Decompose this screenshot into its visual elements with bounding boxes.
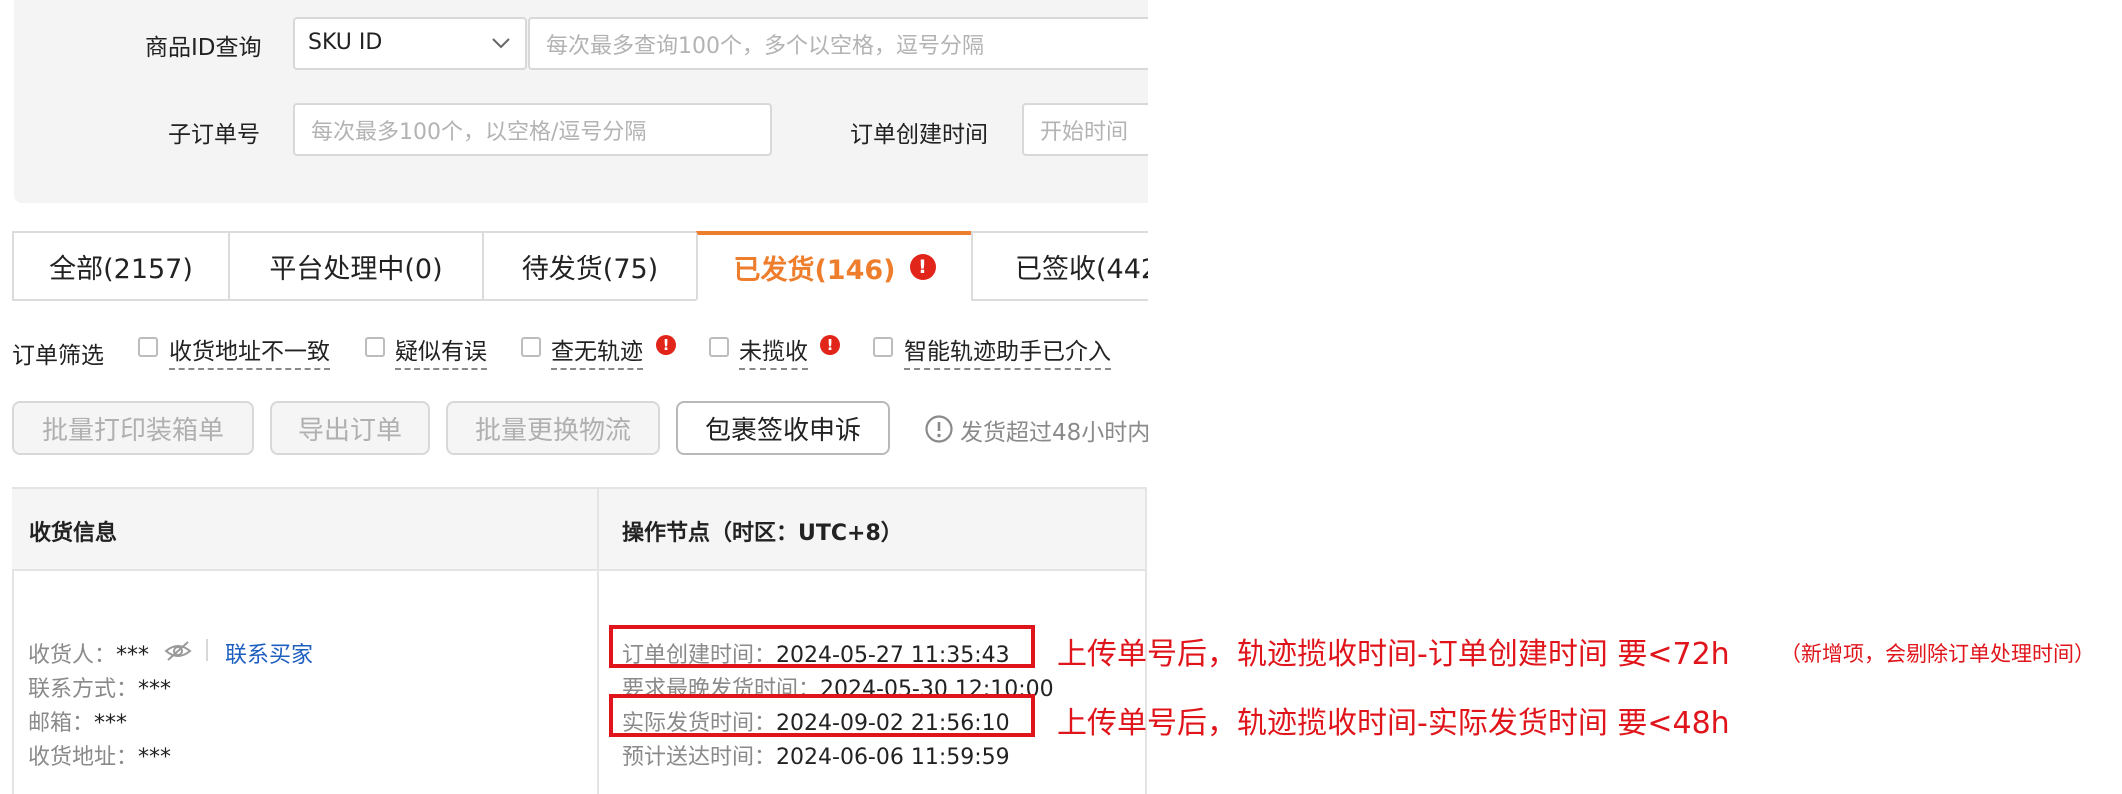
filter-suspected-error-checkbox[interactable] (365, 337, 385, 357)
sku-type-select[interactable]: SKU ID (293, 17, 527, 70)
highlight-box-actual-ship (609, 694, 1035, 737)
product-id-label: 商品ID查询 (145, 35, 262, 61)
exclamation-circle-icon: ! (656, 335, 676, 355)
highlight-box-order-created (609, 625, 1035, 668)
estimated-delivery-time-label: 预计送达时间： (622, 745, 777, 770)
tab-label: 已发货(146) (733, 254, 896, 286)
order-management-panel: 商品ID查询 SKU ID 每次最多查询100个，多个以空格，逗号分隔 子订单号… (0, 0, 1148, 794)
tab-label: 平台处理中(0) (269, 253, 443, 285)
recipient-label: 收货人： (28, 643, 117, 668)
filter-address-mismatch-label[interactable]: 收货地址不一致 (169, 332, 330, 370)
divider (206, 639, 208, 661)
tab-label: 待发货(75) (521, 253, 659, 285)
filter-address-mismatch-checkbox[interactable] (138, 337, 158, 357)
address-line: 收货地址：*** (28, 739, 171, 771)
recipient-line: 收货人：*** (28, 637, 149, 669)
batch-print-box-list-button[interactable]: 批量打印装箱单 (12, 401, 254, 455)
package-signing-appeal-button[interactable]: 包裹签收申诉 (676, 401, 890, 455)
sub-order-input[interactable]: 每次最多100个，以空格/逗号分隔 (293, 103, 772, 156)
column-divider (597, 569, 599, 794)
filter-suspected-error-label[interactable]: 疑似有误 (395, 332, 487, 370)
address-value: *** (138, 745, 172, 770)
eye-off-icon[interactable] (164, 640, 192, 662)
orders-table-header: 收货信息 操作节点（时区：UTC+8） (12, 487, 1147, 571)
chevron-down-icon (492, 38, 510, 49)
annotation-note-72h-detail: （新增项，会剔除订单处理时间） (1780, 642, 2095, 666)
annotation-note-72h: 上传单号后，轨迹揽收时间-订单创建时间 要<72h (1057, 637, 1730, 672)
order-status-tabs: 全部(2157) 平台处理中(0) 待发货(75) 已发货(146) ! 已签收… (12, 231, 1148, 301)
order-filter-label: 订单筛选 (12, 343, 104, 369)
filter-no-tracking-checkbox[interactable] (521, 337, 541, 357)
filter-not-collected-label[interactable]: 未揽收 (739, 332, 808, 370)
product-id-input[interactable]: 每次最多查询100个，多个以空格，逗号分隔 (528, 17, 1148, 70)
filter-smart-assistant-label[interactable]: 智能轨迹助手已介入 (904, 332, 1111, 370)
annotation-note-48h: 上传单号后，轨迹揽收时间-实际发货时间 要<48h (1057, 706, 1730, 741)
column-header-operation-nodes: 操作节点（时区：UTC+8） (622, 521, 903, 546)
estimated-delivery-time-line: 预计送达时间：2024-06-06 11:59:59 (622, 739, 1010, 771)
email-label: 邮箱： (28, 711, 95, 736)
info-circle-icon (925, 415, 953, 443)
tab-platform-processing[interactable]: 平台处理中(0) (228, 233, 482, 299)
email-line: 邮箱：*** (28, 705, 127, 737)
phone-line: 联系方式：*** (28, 671, 171, 703)
tab-pending-shipment[interactable]: 待发货(75) (482, 233, 696, 299)
batch-change-logistics-button[interactable]: 批量更换物流 (446, 401, 660, 455)
phone-label: 联系方式： (28, 677, 139, 702)
filter-smart-assistant-checkbox[interactable] (873, 337, 893, 357)
estimated-delivery-time-value: 2024-06-06 11:59:59 (776, 745, 1010, 770)
start-time-input[interactable]: 开始时间 (1022, 103, 1148, 156)
tab-signed[interactable]: 已签收(442 (971, 233, 1148, 299)
sku-type-select-value: SKU ID (308, 30, 383, 55)
contact-buyer-link[interactable]: 联系买家 (225, 637, 313, 669)
exclamation-circle-icon: ! (820, 335, 840, 355)
export-orders-button[interactable]: 导出订单 (270, 401, 430, 455)
address-label: 收货地址： (28, 745, 139, 770)
recipient-value: *** (116, 643, 150, 668)
create-time-label: 订单创建时间 (850, 122, 988, 148)
filter-not-collected-checkbox[interactable] (709, 337, 729, 357)
tab-label: 已签收(442 (1015, 253, 1148, 285)
column-header-shipping-info: 收货信息 (29, 521, 118, 546)
email-value: *** (94, 711, 128, 736)
phone-value: *** (138, 677, 172, 702)
filter-no-tracking-label[interactable]: 查无轨迹 (551, 332, 643, 370)
shipping-tip-text: 发货超过48小时内 (960, 420, 1148, 446)
tab-shipped[interactable]: 已发货(146) ! (696, 231, 971, 301)
table-row-left-border (12, 569, 14, 794)
exclamation-circle-icon: ! (909, 254, 936, 280)
tab-label: 全部(2157) (49, 253, 193, 285)
tab-all[interactable]: 全部(2157) (12, 233, 228, 299)
column-divider (597, 487, 599, 569)
sub-order-label: 子订单号 (168, 122, 260, 148)
